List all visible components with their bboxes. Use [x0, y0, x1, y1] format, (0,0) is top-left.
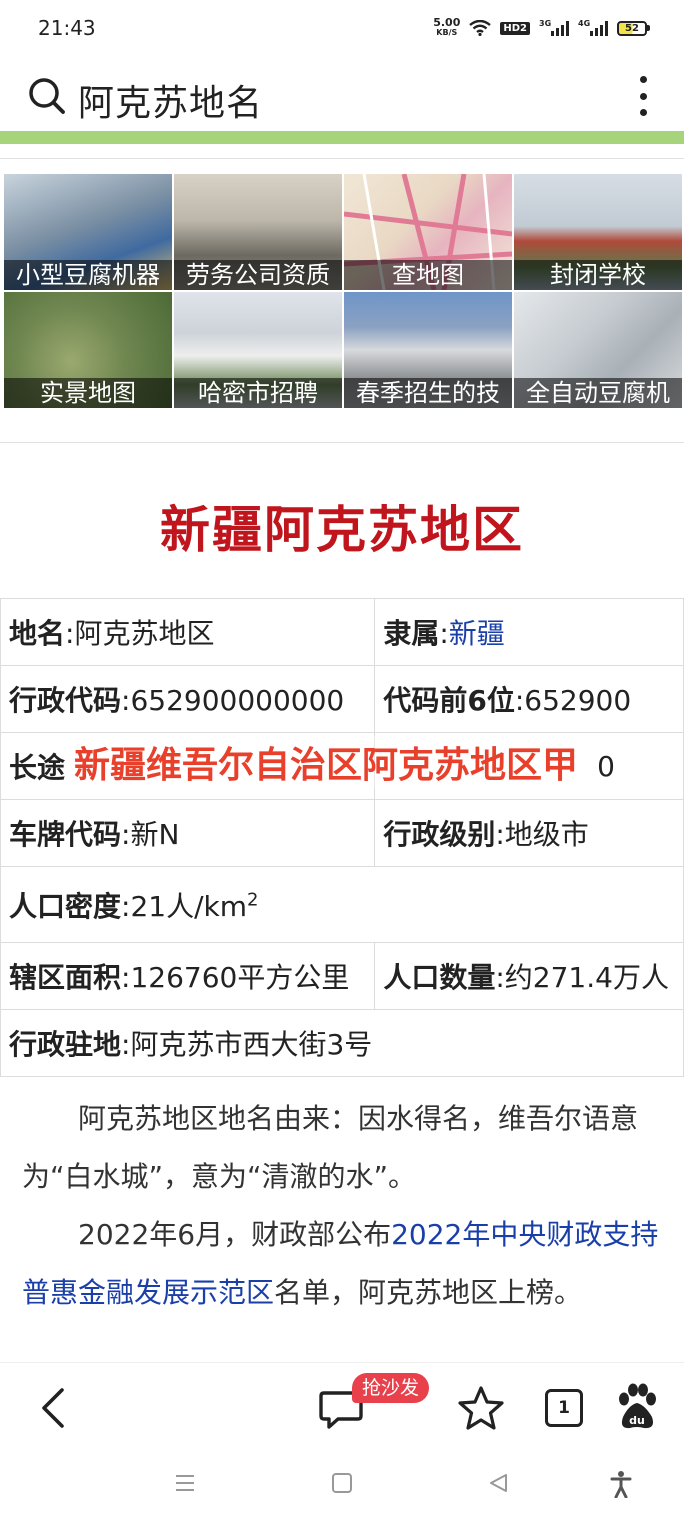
accessibility-icon[interactable] — [610, 1470, 632, 1498]
level-key: 行政级别 — [383, 818, 496, 851]
table-cell: 人口数量:约271.4万人 — [374, 942, 684, 1010]
density-superscript: 2 — [247, 889, 259, 911]
comment-badge[interactable]: 抢沙发 — [352, 1373, 430, 1403]
signal-2-label: 4G — [578, 19, 591, 28]
code6-value: :652900 — [514, 684, 632, 717]
seat-value: :阿克苏市西大街3号 — [121, 1028, 373, 1061]
table-cell: 地名:阿克苏地区 — [0, 598, 376, 666]
overlay-caption: 新疆维吾尔自治区阿克苏地区甲 — [74, 736, 579, 788]
search-header[interactable]: 阿克苏地名 — [0, 58, 684, 134]
density-value: :21人/km — [121, 889, 248, 923]
signal-icon-1: 3G — [539, 19, 569, 36]
net-speed-value: 5.00 — [433, 16, 461, 29]
table-cell: 行政驻地:阿克苏市西大街3号 — [0, 1009, 684, 1077]
seat-key: 行政驻地 — [9, 1028, 122, 1061]
status-icons: 5.00 KB/S HD2 3G 4G 52 — [433, 16, 650, 38]
status-bar: 21:43 5.00 KB/S HD2 3G 4G 52 — [0, 0, 684, 58]
table-row: 地名:阿克苏地区 隶属:新疆 — [0, 598, 684, 666]
baidu-paw-icon[interactable]: du — [614, 1383, 660, 1431]
ad-label: 实景地图 — [4, 378, 172, 408]
population-key: 人口数量 — [383, 961, 496, 994]
para2-text-post: 名单，阿克苏地区上榜。 — [274, 1276, 583, 1309]
table-row: 行政代码:652900000000 代码前6位:652900 — [0, 665, 684, 733]
battery-icon: 52 — [617, 20, 650, 36]
menu-icon[interactable] — [174, 1472, 196, 1494]
more-menu-icon[interactable] — [632, 74, 654, 118]
table-row: 车牌代码:新N 行政级别:地级市 — [0, 799, 684, 867]
signal-icon-2: 4G — [578, 19, 608, 36]
long-value-tail: 0 — [597, 749, 615, 783]
system-nav-bar — [0, 1450, 684, 1520]
plate-key: 车牌代码 — [9, 818, 122, 851]
code-value: :652900000000 — [121, 684, 345, 717]
belongs-key: 隶属 — [383, 617, 440, 650]
ad-tile[interactable]: 哈密市招聘 — [174, 292, 342, 408]
plate-value: :新N — [121, 818, 180, 851]
belongs-link[interactable]: 新疆 — [449, 617, 505, 650]
tabs-button[interactable]: 1 — [545, 1389, 583, 1427]
code6-key: 代码前6位 — [383, 684, 515, 717]
ad-tile[interactable]: 全自动豆腐机 — [514, 292, 682, 408]
ad-tile[interactable]: 小型豆腐机器 — [4, 174, 172, 290]
paragraph-origin: 阿克苏地区地名由来：因水得名，维吾尔语意为“白水城”，意为“清澈的水”。 — [22, 1102, 639, 1193]
browser-toolbar: 抢沙发 1 du — [0, 1362, 684, 1450]
level-value: :地级市 — [495, 818, 589, 851]
battery-level: 52 — [625, 22, 639, 34]
area-key: 辖区面积 — [9, 961, 122, 994]
ad-label: 劳务公司资质 — [174, 260, 342, 290]
wifi-icon — [469, 20, 492, 36]
signal-1-label: 3G — [539, 19, 552, 28]
network-speed: 5.00 KB/S — [433, 16, 461, 38]
table-cell: 行政级别:地级市 — [374, 799, 684, 867]
article-title: 新疆阿克苏地区 — [160, 501, 524, 559]
ad-tile[interactable]: 封闭学校 — [514, 174, 682, 290]
table-cell: 代码前6位:652900 — [374, 665, 684, 733]
ad-label: 春季招生的技 — [344, 378, 512, 408]
ad-tile[interactable]: 查地图 — [344, 174, 512, 290]
table-row: 行政驻地:阿克苏市西大街3号 — [0, 1009, 684, 1077]
ad-tile[interactable]: 实景地图 — [4, 292, 172, 408]
ad-label: 全自动豆腐机 — [514, 378, 682, 408]
paragraph-2022: 2022年6月，财政部公布2022年中央财政支持普惠金融发展示范区名单，阿克苏地… — [22, 1206, 662, 1322]
star-icon[interactable] — [458, 1385, 504, 1431]
search-query[interactable]: 阿克苏地名 — [78, 74, 263, 126]
table-cell: 行政代码:652900000000 — [0, 665, 376, 733]
table-cell: 车牌代码:新N — [0, 799, 376, 867]
table-row: 人口密度:21人/km2 — [0, 866, 684, 943]
belongs-sep: : — [439, 617, 449, 650]
population-value: :约271.4万人 — [495, 961, 669, 994]
para2-text-pre: 2022年6月，财政部公布 — [78, 1218, 392, 1251]
ad-tile[interactable]: 劳务公司资质 — [174, 174, 342, 290]
search-icon[interactable] — [28, 77, 66, 115]
system-back-icon[interactable] — [487, 1472, 509, 1494]
table-cell: 辖区面积:126760平方公里 — [0, 942, 376, 1010]
code-key: 行政代码 — [9, 684, 122, 717]
table-row: 辖区面积:126760平方公里 人口数量:约271.4万人 — [0, 942, 684, 1010]
table-cell: 人口密度:21人/km2 — [0, 866, 684, 943]
article-body: 阿克苏地区地名由来：因水得名，维吾尔语意为“白水城”，意为“清澈的水”。 202… — [22, 1090, 662, 1322]
ad-label: 哈密市招聘 — [174, 378, 342, 408]
name-key: 地名 — [9, 617, 66, 650]
status-time: 21:43 — [38, 16, 96, 40]
ad-tile[interactable]: 春季招生的技 — [344, 292, 512, 408]
long-key: 长途 — [9, 751, 66, 784]
svg-text:du: du — [629, 1414, 645, 1427]
ad-label: 小型豆腐机器 — [4, 260, 172, 290]
page-load-progress — [0, 131, 684, 144]
ad-label: 封闭学校 — [514, 260, 682, 290]
back-icon[interactable] — [36, 1387, 70, 1429]
area-value: :126760平方公里 — [121, 961, 350, 994]
ad-label: 查地图 — [344, 260, 512, 290]
table-cell: 隶属:新疆 — [374, 598, 684, 666]
density-key: 人口密度 — [9, 889, 122, 923]
hd-badge: HD2 — [500, 21, 530, 35]
home-icon[interactable] — [331, 1472, 353, 1494]
info-table: 地名:阿克苏地区 隶属:新疆 行政代码:652900000000 代码前6位:6… — [0, 598, 684, 1077]
net-speed-unit: KB/S — [436, 28, 458, 37]
name-value: :阿克苏地区 — [65, 617, 215, 650]
